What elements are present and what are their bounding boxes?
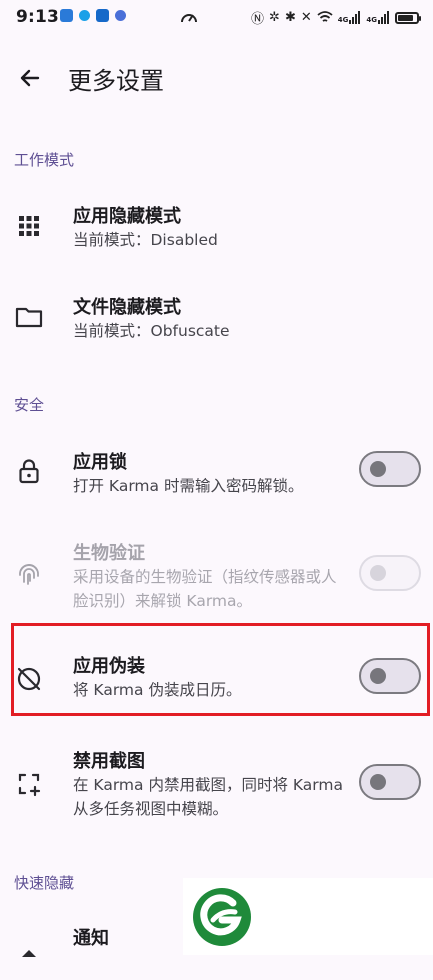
screenshot-icon — [14, 769, 44, 799]
setting-subtitle: 打开 Karma 时需输入密码解锁。 — [73, 477, 304, 495]
speedometer-icon — [180, 9, 198, 29]
setting-title: 应用锁 — [73, 452, 127, 473]
section-header-work-mode: 工作模式 — [14, 151, 75, 169]
toggle-knob — [370, 565, 386, 581]
signal-sim2-icon: 4G — [366, 11, 390, 24]
app-bar: 更多设置 — [0, 50, 433, 106]
watermark-logo-card — [183, 878, 433, 955]
bluetooth-icon: ✱ — [284, 10, 296, 25]
vibrate-icon: ✲ — [269, 10, 280, 25]
setting-title: 应用隐藏模式 — [73, 206, 181, 227]
wifi-icon — [317, 11, 333, 22]
setting-app-hide-mode[interactable]: 应用隐藏模式 当前模式：Disabled — [0, 190, 433, 270]
setting-subtitle: 采用设备的生物验证（指纹传感器或人脸识别）来解锁 Karma。 — [73, 568, 337, 610]
signal-sim1-icon: 4G — [338, 11, 362, 24]
toggle-knob — [370, 774, 386, 790]
status-notification-icons — [60, 9, 126, 22]
status-time: 9:13 — [16, 7, 60, 27]
setting-subtitle: 当前模式：Disabled — [73, 231, 218, 249]
setting-disable-screenshot[interactable]: 禁用截图 在 Karma 内禁用截图，同时将 Karma 从多任务视图中模糊。 — [0, 735, 433, 835]
setting-subtitle: 在 Karma 内禁用截图，同时将 Karma 从多任务视图中模糊。 — [73, 776, 343, 818]
mute-icon: ✕ — [300, 10, 312, 25]
lock-icon — [14, 456, 44, 486]
apps-grid-icon — [14, 210, 44, 240]
setting-app-lock[interactable]: 应用锁 打开 Karma 时需输入密码解锁。 — [0, 436, 433, 516]
battery-icon — [395, 11, 421, 24]
notification-icon — [14, 946, 44, 976]
cloud-icon — [60, 9, 73, 22]
disable-screenshot-toggle[interactable] — [359, 764, 421, 800]
page-title: 更多设置 — [68, 67, 164, 95]
back-arrow-icon[interactable] — [14, 62, 46, 94]
biometric-toggle — [359, 555, 421, 591]
section-header-quick-hide: 快速隐藏 — [14, 874, 75, 892]
setting-file-hide-mode[interactable]: 文件隐藏模式 当前模式：Obfuscate — [0, 281, 433, 361]
fingerprint-icon — [14, 558, 44, 588]
status-system-icons: Ⓝ ✲ ✱ ✕ 4G 4G — [251, 8, 421, 27]
highlight-box — [11, 623, 430, 716]
setting-subtitle: 当前模式：Obfuscate — [73, 322, 230, 340]
setting-title: 禁用截图 — [73, 751, 145, 772]
setting-biometric[interactable]: 生物验证 采用设备的生物验证（指纹传感器或人脸识别）来解锁 Karma。 — [0, 527, 433, 622]
setting-title: 生物验证 — [73, 543, 145, 564]
app-notification-icon — [79, 10, 90, 21]
green-g-logo-icon — [191, 886, 253, 948]
app-lock-toggle[interactable] — [359, 451, 421, 487]
nfc-icon: Ⓝ — [251, 12, 265, 27]
setting-title: 文件隐藏模式 — [73, 297, 181, 318]
messenger-icon — [115, 10, 126, 21]
status-bar: 9:13 Ⓝ ✲ ✱ ✕ 4G 4G — [0, 0, 433, 36]
toggle-knob — [370, 461, 386, 477]
section-header-security: 安全 — [14, 396, 45, 414]
setting-title: 通知 — [73, 928, 109, 949]
folder-icon — [14, 302, 44, 332]
shield-app-icon — [96, 9, 109, 22]
